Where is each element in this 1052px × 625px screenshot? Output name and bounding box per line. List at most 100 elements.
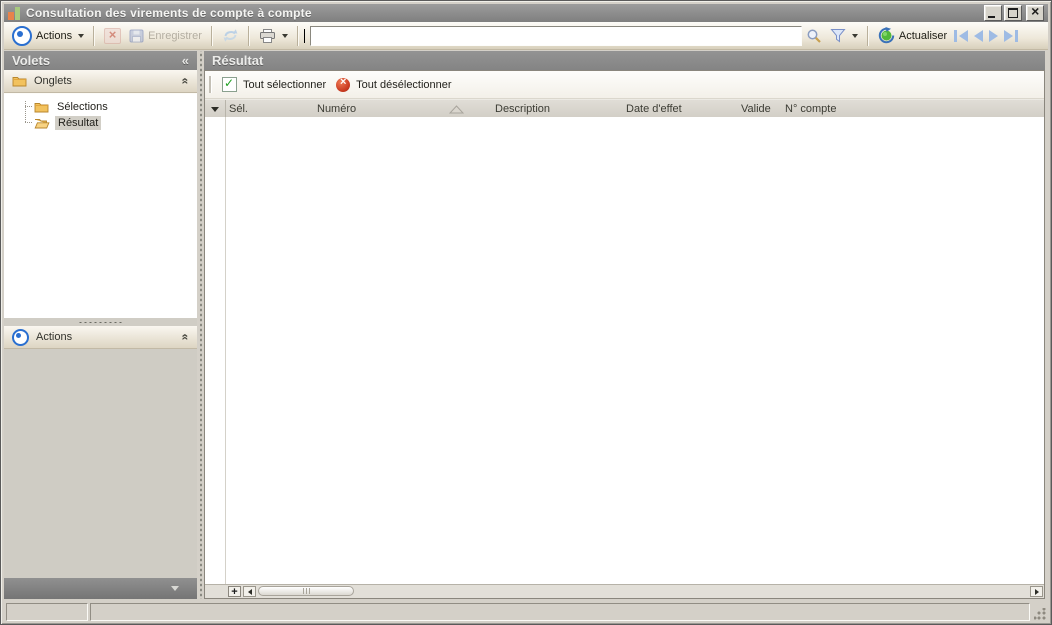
red-circle-x-icon — [336, 76, 351, 92]
save-button[interactable]: Enregistrer — [125, 27, 206, 45]
refresh-button[interactable] — [218, 26, 243, 45]
onglets-tree: Sélections Résultat — [4, 93, 197, 319]
column-header-description[interactable]: Description — [495, 100, 550, 118]
volets-panel-header: Volets « — [4, 51, 197, 70]
toolbar-separator — [296, 25, 299, 46]
status-cell-left — [6, 603, 88, 621]
close-button[interactable] — [1026, 5, 1044, 21]
scroll-left-icon — [247, 588, 252, 595]
filter-button[interactable] — [826, 26, 862, 45]
dropdown-arrow-icon — [211, 106, 219, 112]
nav-previous-icon — [974, 29, 984, 42]
funnel-icon — [830, 29, 846, 43]
magnifier-icon — [807, 29, 821, 43]
dropdown-arrow-icon — [851, 33, 858, 38]
tree-item-selections[interactable]: Sélections — [25, 99, 111, 114]
status-cell-main — [90, 603, 1030, 621]
table-body — [205, 117, 1044, 585]
tree-item-label: Résultat — [55, 115, 102, 130]
horizontal-splitter[interactable] — [4, 318, 197, 326]
add-row-button[interactable]: + — [228, 586, 241, 598]
resize-grip-icon[interactable] — [1034, 608, 1046, 620]
result-content: Tout sélectionner Tout désélectionner Sé… — [204, 70, 1045, 599]
toolbar-separator — [866, 25, 869, 46]
nav-last-icon — [1004, 29, 1014, 42]
collapse-section-icon[interactable]: « — [179, 78, 193, 85]
tree-connector — [25, 122, 32, 123]
actions-menu-button[interactable]: Actions — [8, 24, 88, 48]
delete-button[interactable] — [100, 26, 125, 46]
table-header: Sél. Numéro Description Date d'effet Val… — [205, 99, 1044, 119]
scroll-right-icon — [1034, 588, 1039, 595]
column-header-sel[interactable]: Sél. — [229, 100, 248, 118]
app-window: Consultation des virements de compte à c… — [0, 0, 1052, 625]
actualiser-button[interactable]: Actualiser — [874, 25, 951, 46]
tree-item-resultat[interactable]: Résultat — [25, 115, 102, 130]
nav-last-button[interactable] — [1001, 28, 1021, 44]
deselect-all-button[interactable]: Tout désélectionner — [331, 76, 456, 94]
app-icon — [8, 6, 21, 20]
title-bar: Consultation des virements de compte à c… — [4, 4, 1048, 22]
toolbar-separator — [210, 25, 213, 46]
tree-connector — [25, 106, 32, 107]
splitter-grip-icon — [77, 320, 124, 324]
toolbar-grip[interactable] — [209, 76, 212, 93]
column-header-no-compte[interactable]: N° compte — [785, 100, 836, 118]
collapse-section-icon[interactable]: « — [179, 334, 193, 341]
actions-section-header[interactable]: Actions « — [4, 326, 197, 349]
print-button[interactable] — [255, 27, 292, 45]
text-caret — [304, 29, 305, 43]
result-panel: Résultat Tout sélectionner Tout désélect… — [204, 51, 1045, 599]
row-selector-header[interactable] — [205, 100, 226, 118]
maximize-icon — [1008, 8, 1018, 18]
scroll-left-button[interactable] — [243, 586, 256, 597]
column-header-date-effet[interactable]: Date d'effet — [626, 100, 682, 118]
maximize-button[interactable] — [1004, 5, 1022, 21]
selector-column-divider — [225, 117, 226, 584]
sort-ascending-icon[interactable] — [449, 105, 464, 114]
window-controls — [984, 5, 1044, 21]
result-title: Résultat — [212, 53, 264, 68]
search-button[interactable] — [802, 26, 826, 46]
deselect-all-label: Tout désélectionner — [356, 78, 452, 91]
filter-input[interactable] — [309, 25, 802, 46]
nav-previous-button[interactable] — [971, 28, 986, 44]
folder-icon — [34, 102, 49, 112]
minimize-icon — [988, 16, 995, 18]
column-header-numero[interactable]: Numéro — [317, 100, 356, 118]
dropdown-arrow-icon — [281, 33, 288, 38]
chevron-down-icon — [171, 586, 179, 591]
save-icon — [129, 29, 144, 42]
printer-icon — [259, 28, 275, 43]
onglets-section-header[interactable]: Onglets « — [4, 70, 197, 93]
toolbar-separator — [93, 25, 96, 46]
nav-next-button[interactable] — [986, 28, 1001, 44]
scroll-right-button[interactable] — [1030, 586, 1043, 597]
nav-first-button[interactable] — [951, 28, 971, 44]
selection-toolbar: Tout sélectionner Tout désélectionner — [205, 71, 1044, 99]
toolbar-separator — [247, 25, 250, 46]
thumb-grip-icon — [305, 588, 307, 594]
window-title: Consultation des virements de compte à c… — [26, 6, 312, 20]
onglets-label: Onglets — [34, 75, 72, 87]
actions-section-label: Actions — [36, 331, 73, 343]
refresh-icon — [223, 29, 238, 42]
select-all-button[interactable]: Tout sélectionner — [217, 75, 331, 94]
tree-item-label: Sélections — [57, 100, 108, 113]
panel-footer-bar[interactable] — [4, 578, 197, 599]
actualiser-label: Actualiser — [898, 29, 948, 42]
collapse-panel-icon[interactable]: « — [182, 53, 189, 68]
minimize-button[interactable] — [984, 5, 1002, 21]
status-bar — [4, 601, 1048, 622]
actualiser-icon — [878, 27, 895, 44]
nav-next-icon — [989, 29, 999, 42]
column-header-valide[interactable]: Valide — [741, 100, 771, 118]
dropdown-arrow-icon — [78, 33, 85, 38]
actions-section-body — [4, 349, 197, 578]
volets-title: Volets — [12, 53, 51, 68]
bullseye-icon — [12, 328, 29, 346]
horizontal-scrollbar: + — [205, 584, 1044, 598]
vertical-splitter[interactable] — [198, 51, 203, 599]
scrollbar-thumb[interactable] — [258, 586, 354, 596]
green-check-icon — [222, 76, 237, 92]
